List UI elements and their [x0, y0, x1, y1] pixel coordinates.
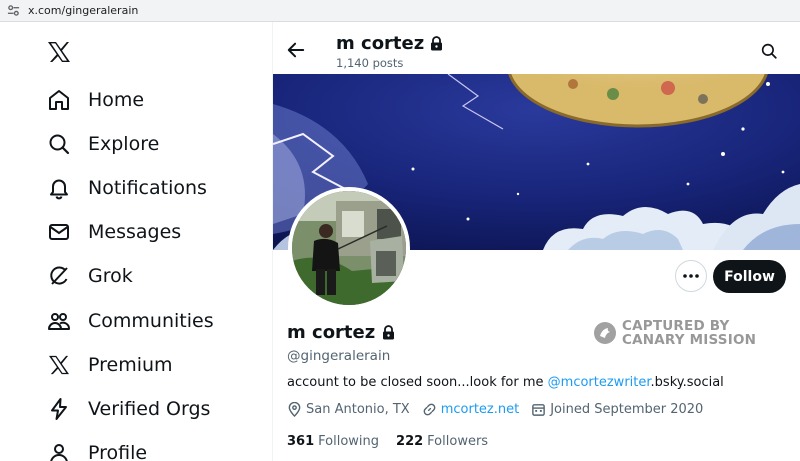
followers-link[interactable]: 222 Followers — [396, 434, 488, 449]
lock-icon — [430, 36, 443, 51]
location-pin-icon — [288, 402, 301, 417]
location: San Antonio, TX — [287, 402, 410, 417]
sidebar-item-label: Profile — [88, 442, 148, 461]
lock-icon — [382, 325, 395, 340]
profile-handle: @gingeralerain — [287, 348, 391, 364]
follow-stats: 361 Following 222 Followers — [287, 434, 505, 449]
grok-icon — [46, 263, 72, 289]
calendar-icon — [532, 404, 546, 416]
sidebar-item-notifications[interactable]: Notifications — [46, 168, 207, 208]
sidebar-item-home[interactable]: Home — [46, 80, 144, 120]
x-logo-icon[interactable] — [47, 41, 73, 65]
sidebar: Home Explore Notifications Messages Grok… — [0, 22, 272, 461]
mail-icon — [46, 219, 72, 245]
website[interactable]: mcortez.net — [422, 402, 520, 417]
sidebar-item-communities[interactable]: Communities — [46, 301, 214, 341]
back-button[interactable] — [285, 39, 307, 61]
search-icon — [761, 43, 777, 59]
link-icon — [423, 403, 436, 416]
sidebar-item-label: Verified Orgs — [88, 398, 211, 420]
x-premium-icon — [46, 352, 72, 378]
avatar[interactable] — [288, 187, 410, 309]
person-icon — [46, 440, 72, 461]
lightning-icon — [46, 396, 72, 422]
sidebar-item-grok[interactable]: Grok — [46, 256, 133, 296]
bell-icon — [46, 175, 72, 201]
website-link[interactable]: mcortez.net — [441, 402, 520, 417]
canary-mission-watermark: CAPTURED BY CANARY MISSION — [593, 319, 756, 347]
home-icon — [46, 87, 72, 113]
communities-icon — [46, 308, 72, 334]
following-link[interactable]: 361 Following — [287, 434, 379, 449]
browser-address-bar[interactable]: x.com/gingeralerain — [0, 0, 800, 22]
sidebar-item-label: Grok — [88, 265, 133, 287]
sidebar-item-explore[interactable]: Explore — [46, 124, 159, 164]
sidebar-item-label: Home — [88, 89, 145, 111]
sidebar-item-label: Explore — [88, 133, 160, 155]
more-options-button[interactable] — [675, 260, 707, 292]
profile-bio: account to be closed soon...look for me … — [287, 375, 724, 390]
site-settings-icon[interactable] — [6, 4, 20, 18]
bio-mention-link[interactable]: @mcortezwriter — [548, 375, 651, 390]
profile-name: m cortez — [287, 322, 395, 343]
follow-button[interactable]: Follow — [713, 260, 786, 293]
sidebar-item-label: Notifications — [88, 177, 207, 199]
more-horizontal-icon — [683, 274, 699, 278]
sidebar-item-verified-orgs[interactable]: Verified Orgs — [46, 389, 210, 429]
post-count: 1,140 posts — [336, 56, 404, 70]
header-name: m cortez — [336, 33, 443, 54]
sidebar-item-label: Communities — [88, 310, 214, 332]
sidebar-item-profile[interactable]: Profile — [46, 433, 147, 461]
sidebar-item-premium[interactable]: Premium — [46, 345, 173, 385]
canary-logo-icon — [594, 322, 616, 344]
search-icon — [46, 131, 72, 157]
profile-meta: San Antonio, TX mcortez.net Joined Septe… — [287, 402, 715, 417]
search-button[interactable] — [758, 40, 780, 62]
sidebar-item-label: Premium — [88, 354, 173, 376]
joined-date: Joined September 2020 — [531, 402, 703, 417]
sidebar-item-messages[interactable]: Messages — [46, 212, 181, 252]
url-text[interactable]: x.com/gingeralerain — [28, 4, 138, 17]
sidebar-item-label: Messages — [88, 221, 182, 243]
arrow-left-icon — [287, 42, 305, 58]
profile-header-bar: m cortez 1,140 posts — [273, 22, 800, 74]
profile-column: m cortez 1,140 posts Follow m cortez @gi… — [273, 22, 800, 461]
